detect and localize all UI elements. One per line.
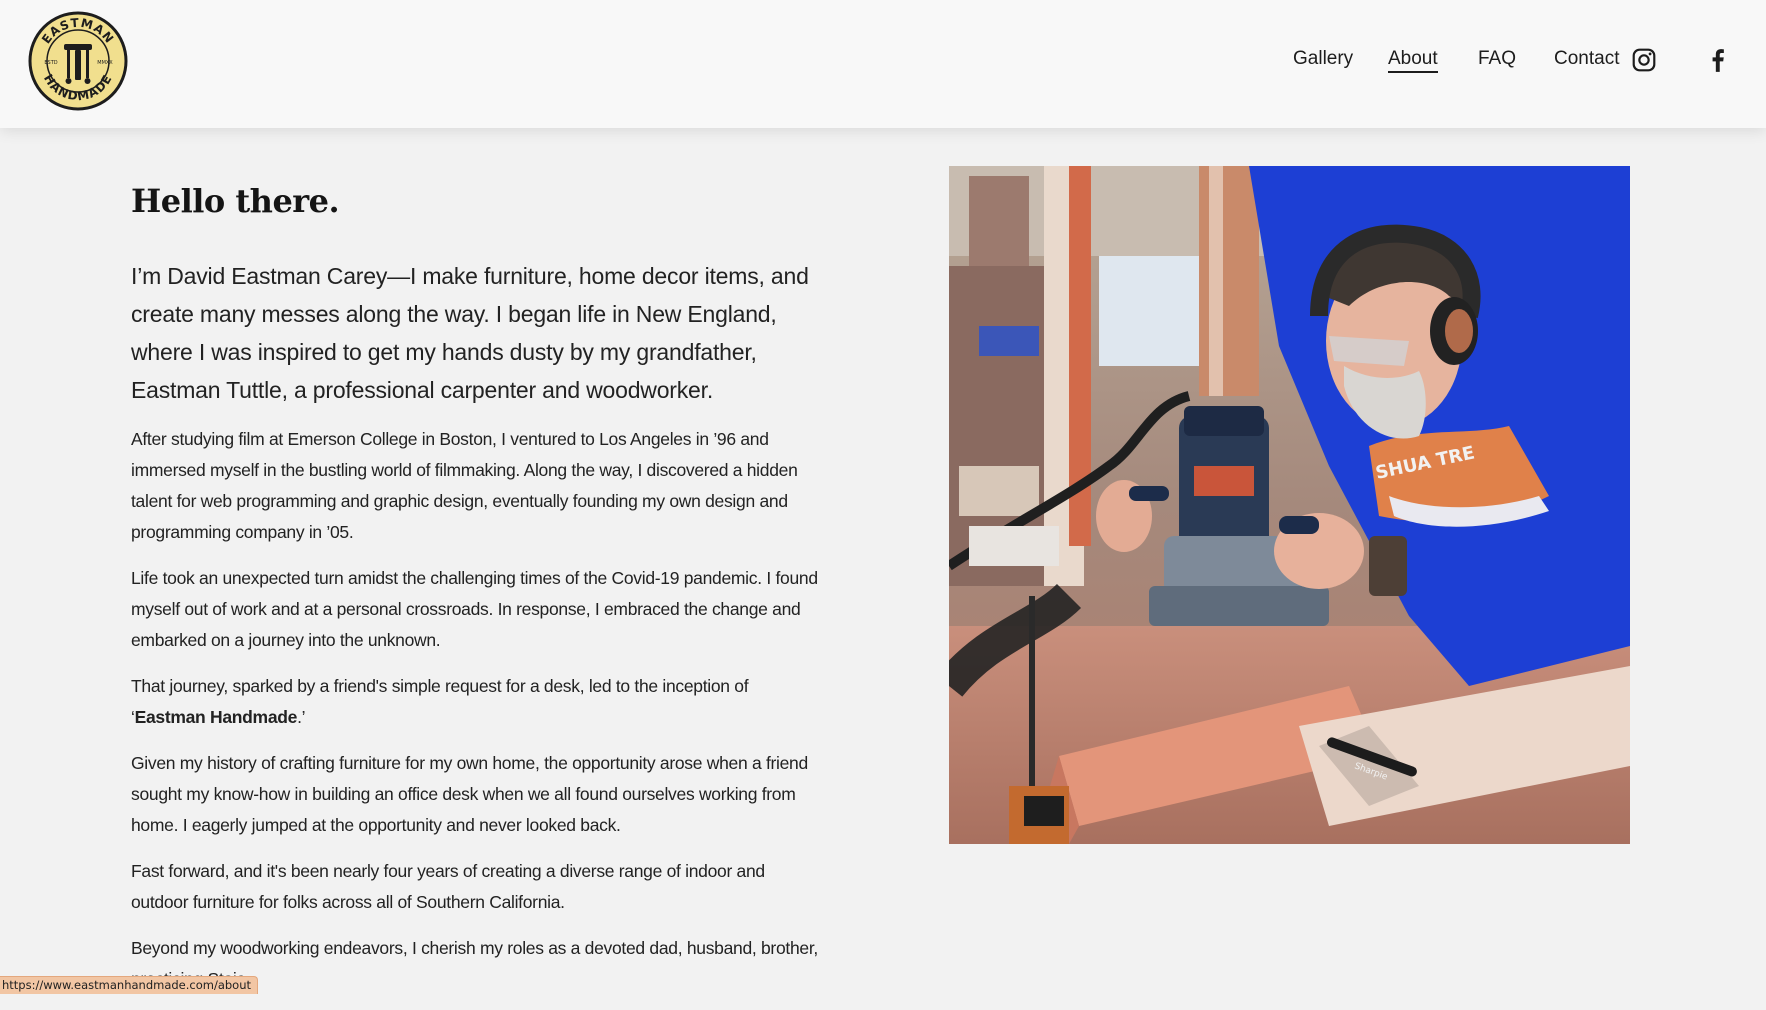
nav-contact[interactable]: Contact: [1554, 48, 1619, 70]
paragraph-pandemic: Life took an unexpected turn amidst the …: [131, 568, 818, 650]
nav-faq[interactable]: FAQ: [1478, 48, 1516, 70]
intro-paragraph: I’m David Eastman Carey—I make furniture…: [131, 263, 809, 403]
paragraph-film: After studying film at Emerson College i…: [131, 429, 798, 542]
paragraph-desk: Given my history of crafting furniture f…: [131, 753, 808, 835]
journey-suffix: .’: [297, 707, 306, 727]
paragraph-journey: That journey, sparked by a friend's simp…: [131, 671, 821, 733]
paragraph-fast-forward: Fast forward, and it's been nearly four …: [131, 861, 765, 912]
site-header: EASTMAN HANDMADE ESTD MMXX Gallery About…: [0, 0, 1766, 128]
brand-name: Eastman Handmade: [134, 707, 298, 727]
about-content: Hello there. I’m David Eastman Carey—I m…: [131, 182, 821, 1010]
status-bar-url: https://www.eastmanhandmade.com/about: [0, 976, 259, 994]
logo-estd-text: ESTD: [44, 60, 57, 66]
woodworker-photo: SHUA TRE Sharpie: [949, 166, 1630, 844]
logo-tools-icon: [64, 44, 92, 84]
page-title: Hello there.: [131, 182, 340, 220]
facebook-icon[interactable]: [1705, 47, 1731, 73]
logo-year-text: MMXX: [97, 60, 113, 66]
nav-gallery[interactable]: Gallery: [1293, 48, 1353, 70]
eastman-handmade-logo[interactable]: EASTMAN HANDMADE ESTD MMXX: [28, 11, 128, 111]
instagram-icon[interactable]: [1631, 47, 1657, 73]
nav-about[interactable]: About: [1388, 48, 1438, 73]
